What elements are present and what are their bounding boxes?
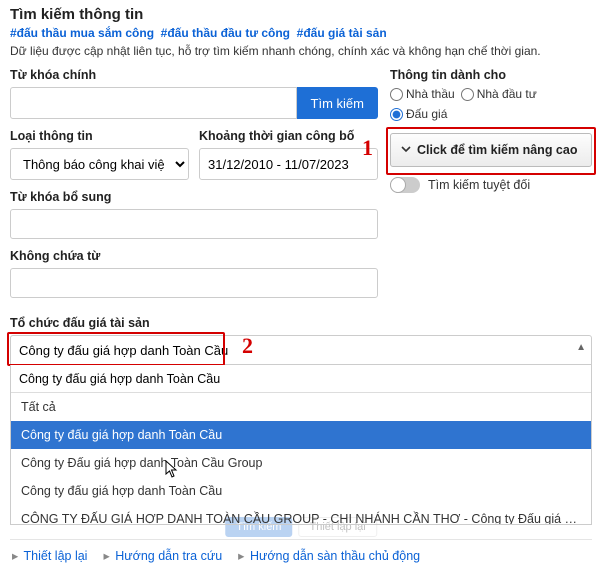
radio-investor[interactable]: Nhà đầu tư <box>461 87 537 101</box>
callout-1: 1 <box>362 135 373 161</box>
date-range-input[interactable] <box>199 148 378 180</box>
radio-contractor[interactable]: Nhà thầu <box>390 87 455 101</box>
dropdown-search-input[interactable] <box>11 365 591 393</box>
exclude-input[interactable] <box>10 268 378 298</box>
tag-item[interactable]: #đấu thầu đầu tư công <box>161 26 290 40</box>
date-range-label: Khoảng thời gian công bố <box>199 129 378 143</box>
info-type-label: Loại thông tin <box>10 129 189 143</box>
absolute-search-toggle[interactable] <box>390 177 420 193</box>
tag-item[interactable]: #đấu giá tài sản <box>297 26 387 40</box>
dropdown-option[interactable]: Công ty đấu giá hợp danh Toàn Cầu <box>11 421 591 449</box>
organization-dropdown: Tất cả Công ty đấu giá hợp danh Toàn Cầu… <box>10 365 592 525</box>
advanced-search-label: Click để tìm kiếm nâng cao <box>417 143 577 157</box>
callout-2: 2 <box>242 333 253 359</box>
search-button[interactable]: Tìm kiếm <box>297 87 378 119</box>
footer-reset-link[interactable]: Thiết lập lại <box>24 549 88 563</box>
organization-label: Tổ chức đấu giá tài sản <box>10 316 592 330</box>
bullet-icon: ▸ <box>12 549 18 563</box>
organization-combobox[interactable] <box>10 335 592 365</box>
page-subtitle: Dữ liệu được cập nhật liên tục, hỗ trợ t… <box>10 44 592 58</box>
advanced-search-button[interactable]: Click để tìm kiếm nâng cao <box>390 133 592 167</box>
footer-guide-link[interactable]: Hướng dẫn tra cứu <box>115 549 222 563</box>
footer-proactive-link[interactable]: Hướng dẫn sàn thầu chủ động <box>250 549 420 563</box>
dropdown-option[interactable]: Công ty Đấu giá hợp danh Toàn Cầu Group <box>11 449 591 477</box>
chevron-down-icon <box>401 143 411 157</box>
extra-keyword-label: Từ khóa bổ sung <box>10 190 378 204</box>
exclude-label: Không chứa từ <box>10 249 378 263</box>
bullet-icon: ▸ <box>103 549 109 563</box>
bullet-icon: ▸ <box>238 549 244 563</box>
main-keyword-label: Từ khóa chính <box>10 68 378 82</box>
extra-keyword-input[interactable] <box>10 209 378 239</box>
radio-auction[interactable]: Đấu giá <box>390 107 447 121</box>
dropdown-option[interactable]: CÔNG TY ĐẤU GIÁ HỢP DANH TOÀN CẦU GROUP … <box>11 505 591 525</box>
dropdown-option[interactable]: Công ty đấu giá hợp danh Toàn Cầu <box>11 477 591 505</box>
info-type-select[interactable]: Thông báo công khai việc <box>10 148 189 180</box>
footer-links: ▸ Thiết lập lại ▸ Hướng dẫn tra cứu ▸ Hư… <box>10 539 592 563</box>
absolute-search-label: Tìm kiếm tuyệt đối <box>428 178 530 192</box>
dropdown-option-all[interactable]: Tất cả <box>11 393 591 421</box>
tag-row: #đấu thầu mua sắm công #đấu thầu đầu tư … <box>10 25 592 40</box>
info-for-radios: Nhà thầu Nhà đầu tư Đấu giá <box>390 87 592 121</box>
info-for-label: Thông tin dành cho <box>390 68 592 82</box>
tag-item[interactable]: #đấu thầu mua sắm công <box>10 26 154 40</box>
main-keyword-input[interactable] <box>10 87 297 119</box>
page-title: Tìm kiếm thông tin <box>10 6 592 23</box>
